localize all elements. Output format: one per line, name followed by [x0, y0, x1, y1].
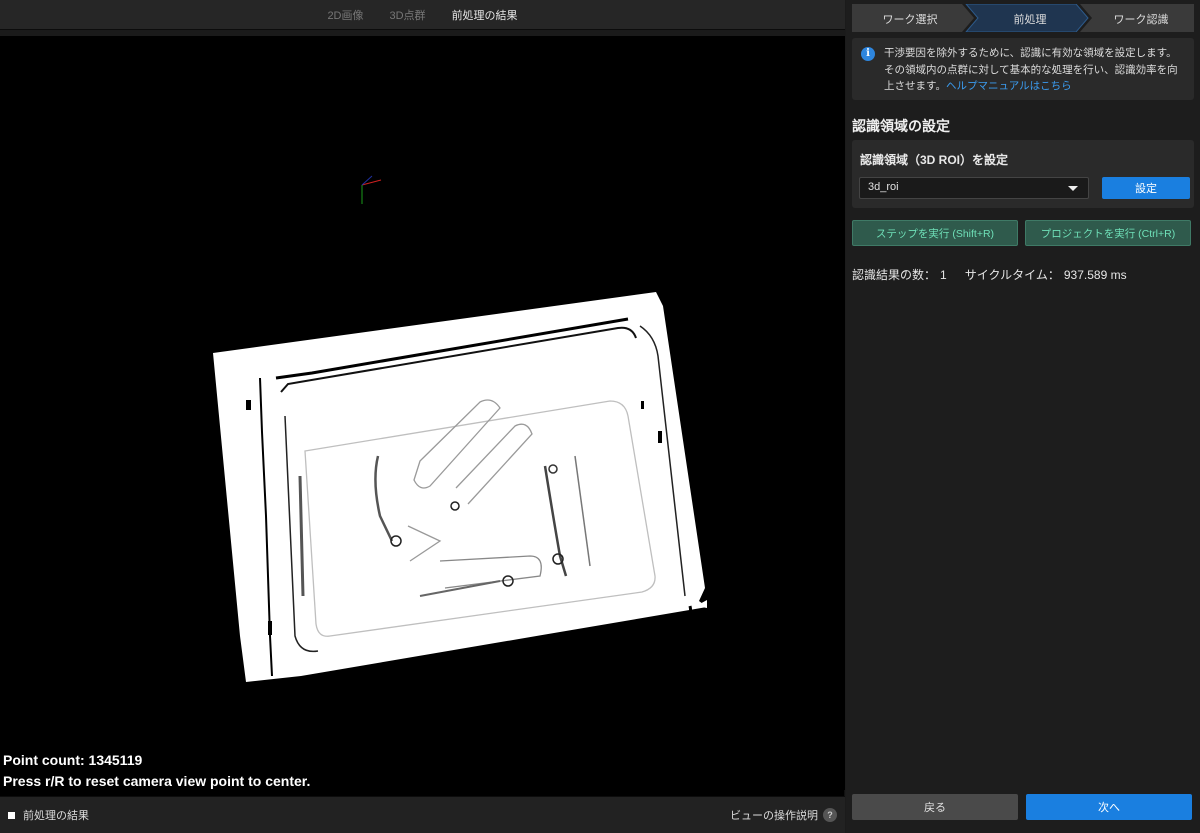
reset-hint-text: Press r/R to reset camera view point to …: [3, 773, 311, 789]
result-summary: 認識結果の数： 1 サイクルタイム： 937.589 ms: [852, 266, 1131, 283]
run-project-button[interactable]: プロジェクトを実行 (Ctrl+R): [1025, 220, 1191, 246]
view-help[interactable]: ビューの操作説明 ?: [730, 807, 837, 823]
result-count-label: 認識結果の数：: [852, 268, 937, 282]
result-count-value: 1: [940, 268, 947, 282]
legend-label: 前処理の結果: [23, 810, 89, 822]
point-cloud-viewer: 2D画像 3D点群 前処理の結果 Point count: 1345119 Pr…: [0, 0, 845, 833]
settings-panel: ワーク選択 前処理 ワーク認識 i 干渉要因を除外するために、認識に有効な領域を…: [846, 0, 1200, 833]
roi-dropdown-value[interactable]: 3d_roi: [868, 181, 899, 193]
3d-canvas[interactable]: [0, 36, 845, 790]
run-step-button[interactable]: ステップを実行 (Shift+R): [852, 220, 1018, 246]
info-icon: i: [861, 47, 875, 61]
viewer-footer: 前処理の結果 ビューの操作説明 ?: [0, 796, 845, 833]
viewer-tab-bar: 2D画像 3D点群 前処理の結果: [0, 0, 845, 30]
step-preprocessing[interactable]: 前処理: [972, 11, 1088, 27]
roi-settings-card: 認識領域（3D ROI）を設定 3d_roi 設定: [852, 140, 1194, 208]
step-work-select[interactable]: ワーク選択: [852, 11, 968, 27]
tab-2d-image[interactable]: 2D画像: [325, 3, 365, 27]
section-title: 認識領域の設定: [852, 118, 950, 134]
help-manual-link[interactable]: ヘルプマニュアルはこちら: [946, 80, 1072, 92]
legend: 前処理の結果: [8, 807, 89, 823]
chevron-down-icon[interactable]: [1068, 186, 1078, 191]
cycle-time-value: 937.589 ms: [1063, 268, 1127, 282]
next-button[interactable]: 次へ: [1026, 794, 1192, 820]
back-button[interactable]: 戻る: [852, 794, 1018, 820]
tab-3d-point-cloud[interactable]: 3D点群: [388, 3, 428, 27]
roi-set-button[interactable]: 設定: [1102, 177, 1190, 199]
point-cloud-render: [213, 175, 707, 682]
axis-gizmo: [361, 175, 382, 204]
cycle-time-label: サイクルタイム：: [964, 268, 1060, 282]
point-count-text: Point count: 1345119: [3, 752, 143, 768]
info-box: i 干渉要因を除外するために、認識に有効な領域を設定します。その領域内の点群に対…: [852, 38, 1194, 100]
point-cloud-object: [213, 292, 707, 682]
question-icon[interactable]: ?: [823, 808, 837, 822]
legend-swatch: [8, 811, 15, 819]
roi-dropdown[interactable]: 3d_roi: [859, 177, 1089, 199]
viewer-overlay: Point count: 1345119 Press r/R to reset …: [3, 750, 310, 792]
step-work-recognition[interactable]: ワーク認識: [1088, 11, 1194, 27]
roi-label: 認識領域（3D ROI）を設定: [860, 153, 1009, 167]
view-help-label[interactable]: ビューの操作説明: [730, 807, 818, 823]
panel-footer: 戻る 次へ: [846, 790, 1200, 833]
step-wizard: ワーク選択 前処理 ワーク認識: [852, 4, 1194, 32]
tab-preprocessing-result[interactable]: 前処理の結果: [450, 3, 520, 27]
